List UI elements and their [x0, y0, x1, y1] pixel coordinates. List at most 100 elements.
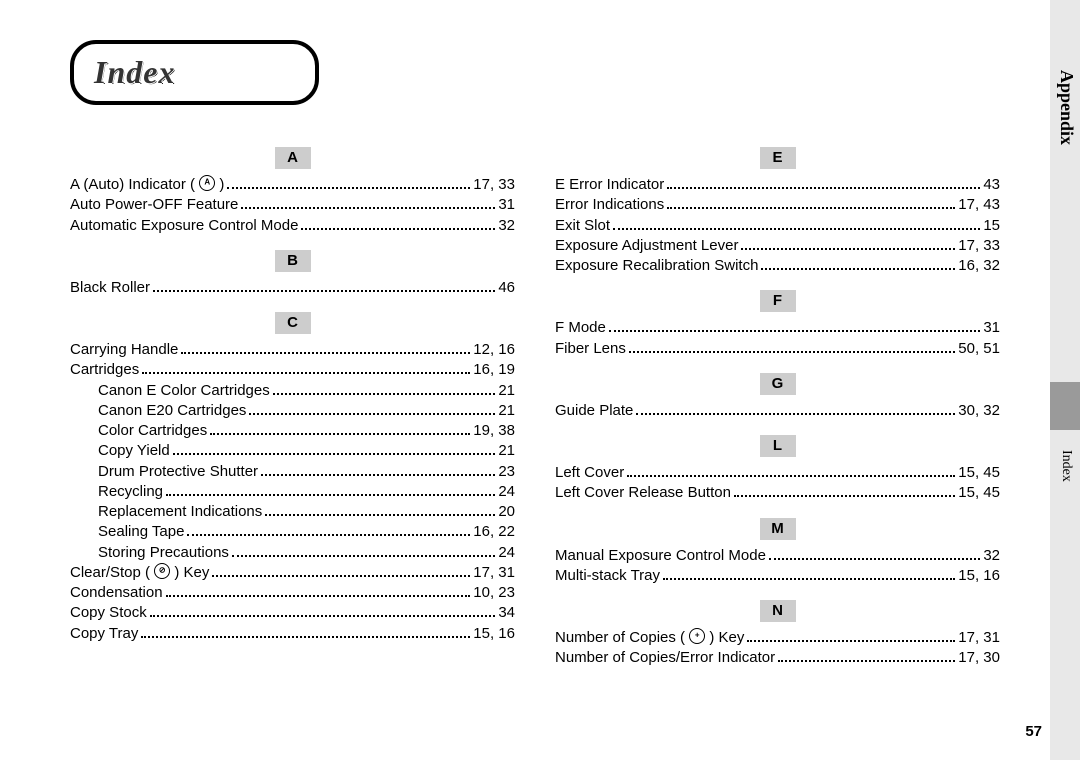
index-entry: E Error Indicator43	[555, 175, 1000, 195]
leader-dots	[734, 487, 955, 497]
index-entry-label: Canon E Color Cartridges	[98, 381, 270, 401]
index-entry-pages: 17, 43	[958, 195, 1000, 215]
index-letter: A	[275, 147, 311, 169]
leader-dots	[227, 179, 470, 189]
index-entry-pages: 15, 16	[473, 624, 515, 644]
index-entry-pages: 17, 31	[958, 628, 1000, 648]
index-entry-label: Storing Precautions	[98, 543, 229, 563]
index-entry: Drum Protective Shutter 23	[70, 462, 515, 482]
index-entry-pages: 21	[498, 441, 515, 461]
leader-dots	[667, 179, 980, 189]
index-entry-label: Canon E20 Cartridges	[98, 401, 246, 421]
index-entry: Left Cover Release Button 15, 45	[555, 483, 1000, 503]
index-entry-pages: 15, 45	[958, 483, 1000, 503]
index-column-left: AA (Auto) Indicator ( )17, 33Auto Power-…	[70, 133, 515, 669]
index-entry: Auto Power-OFF Feature31	[70, 195, 515, 215]
index-entry-label: Exit Slot	[555, 216, 610, 236]
index-entry-pages: 21	[498, 381, 515, 401]
leader-dots	[212, 567, 470, 577]
leader-dots	[265, 506, 495, 516]
index-entry-pages: 31	[498, 195, 515, 215]
index-entry-pages: 15, 45	[958, 463, 1000, 483]
index-entry: Automatic Exposure Control Mode 32	[70, 216, 515, 236]
index-entry: Number of Copies/Error Indicator17, 30	[555, 648, 1000, 668]
index-entry: Left Cover 15, 45	[555, 463, 1000, 483]
index-entry: Manual Exposure Control Mode32	[555, 546, 1000, 566]
index-letter: B	[275, 250, 311, 272]
index-entry-label: Left Cover	[555, 463, 624, 483]
side-label-section: Appendix	[1056, 70, 1077, 145]
index-letter: M	[760, 518, 796, 540]
page-title: Index	[94, 54, 175, 90]
index-entry: Multi-stack Tray 15, 16	[555, 566, 1000, 586]
index-entry: Carrying Handle12, 16	[70, 340, 515, 360]
index-entry-pages: 43	[983, 175, 1000, 195]
index-entry-label: Condensation	[70, 583, 163, 603]
index-entry-pages: 15, 16	[958, 566, 1000, 586]
index-entry-pages: 17, 30	[958, 648, 1000, 668]
manual-page: Index AA (Auto) Indicator ( )17, 33Auto …	[0, 0, 1080, 760]
leader-dots	[142, 364, 470, 374]
leader-dots	[210, 425, 470, 435]
index-entry-pages: 12, 16	[473, 340, 515, 360]
index-entry: Replacement Indications20	[70, 502, 515, 522]
index-entry: Canon E20 Cartridges21	[70, 401, 515, 421]
leader-dots	[173, 445, 496, 455]
index-entry: Copy Tray 15, 16	[70, 624, 515, 644]
index-entry-pages: 24	[498, 543, 515, 563]
index-entry-label: Exposure Recalibration Switch	[555, 256, 758, 276]
leader-dots	[613, 219, 980, 229]
index-title-bubble: Index	[70, 40, 319, 105]
leader-dots	[609, 322, 980, 332]
index-entry: Storing Precautions 24	[70, 543, 515, 563]
side-label-sub: Index	[1058, 450, 1074, 482]
index-entry-pages: 46	[498, 278, 515, 298]
index-entry-label: Cartridges	[70, 360, 139, 380]
index-entry: Copy Yield 21	[70, 441, 515, 461]
leader-dots	[778, 652, 955, 662]
leader-dots	[667, 199, 955, 209]
index-entry-label: Left Cover Release Button	[555, 483, 731, 503]
index-entry-label: Error Indications	[555, 195, 664, 215]
index-entry-pages: 32	[983, 546, 1000, 566]
index-entry-label: Copy Tray	[70, 624, 138, 644]
index-entry-pages: 34	[498, 603, 515, 623]
index-entry: Recycling24	[70, 482, 515, 502]
index-entry-label: Copy Stock	[70, 603, 147, 623]
leader-dots	[249, 405, 495, 415]
index-entry-pages: 16, 32	[958, 256, 1000, 276]
leader-dots	[141, 627, 470, 637]
key-icon	[199, 175, 215, 191]
index-entry-label: A (Auto) Indicator ( )	[70, 175, 224, 195]
leader-dots	[769, 549, 980, 559]
index-entry-pages: 16, 19	[473, 360, 515, 380]
index-entry-label: Clear/Stop ( ) Key	[70, 563, 209, 583]
index-entry: Black Roller46	[70, 278, 515, 298]
index-letter: F	[760, 290, 796, 312]
index-columns: AA (Auto) Indicator ( )17, 33Auto Power-…	[70, 133, 1050, 669]
index-entry-pages: 23	[498, 462, 515, 482]
index-entry-pages: 32	[498, 216, 515, 236]
leader-dots	[232, 546, 495, 556]
index-entry-label: Drum Protective Shutter	[98, 462, 258, 482]
index-entry-label: Number of Copies ( ) Key	[555, 628, 744, 648]
index-entry: Sealing Tape16, 22	[70, 522, 515, 542]
index-entry-label: Copy Yield	[98, 441, 170, 461]
index-entry-pages: 31	[983, 318, 1000, 338]
index-entry: Copy Stock 34	[70, 603, 515, 623]
index-entry: Error Indications 17, 43	[555, 195, 1000, 215]
index-entry: Exposure Adjustment Lever17, 33	[555, 236, 1000, 256]
index-entry-pages: 50, 51	[958, 339, 1000, 359]
key-icon	[689, 628, 705, 644]
index-entry: Exit Slot15	[555, 216, 1000, 236]
index-entry: Color Cartridges19, 38	[70, 421, 515, 441]
index-entry-label: Automatic Exposure Control Mode	[70, 216, 298, 236]
side-tab-current-marker	[1050, 382, 1080, 430]
index-entry-label: Multi-stack Tray	[555, 566, 660, 586]
index-entry-label: Fiber Lens	[555, 339, 626, 359]
index-entry-label: Sealing Tape	[98, 522, 184, 542]
leader-dots	[261, 465, 495, 475]
index-entry-label: Color Cartridges	[98, 421, 207, 441]
index-letter: C	[275, 312, 311, 334]
index-entry: Number of Copies ( ) Key 17, 31	[555, 628, 1000, 648]
